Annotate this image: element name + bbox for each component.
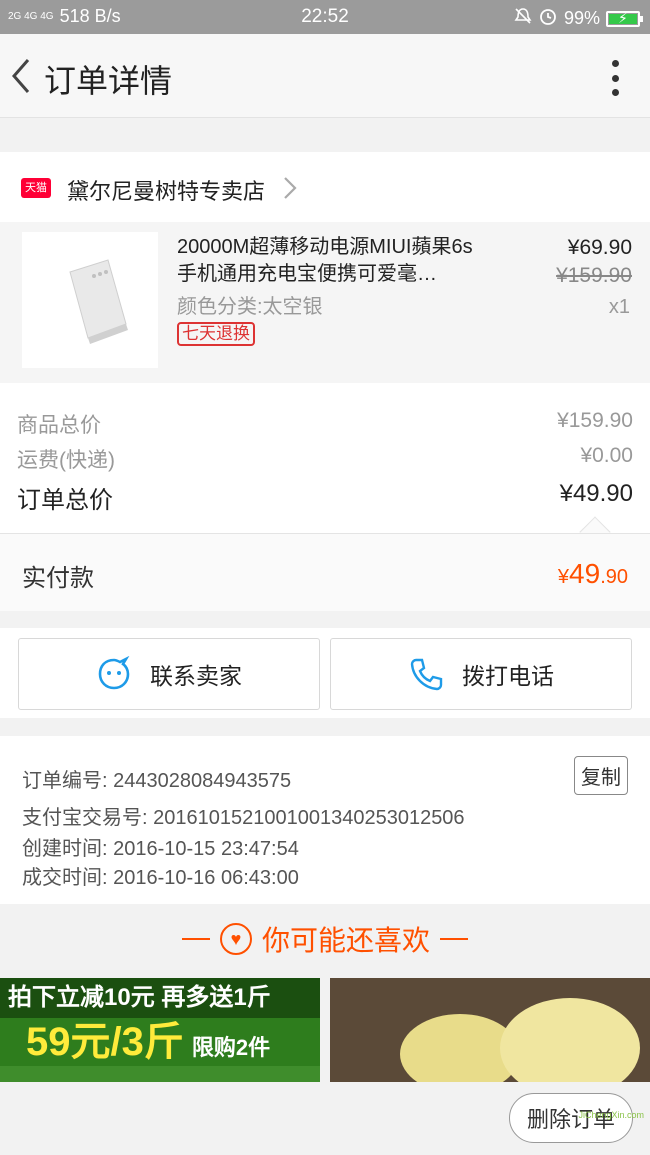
product-title: 20000M超薄移动电源MIUI蘋果6s手机通用充电宝便携可爱毫… (177, 236, 473, 285)
order-info: 订单编号: 2443028084943575 复制 支付宝交易号: 201610… (0, 736, 650, 904)
phone-icon (410, 658, 443, 691)
paid-decimal: .90 (600, 566, 628, 588)
chevron-right-icon (284, 177, 297, 199)
contact-seller-label: 联系卖家 (150, 663, 242, 689)
dot-icon (611, 89, 619, 96)
promo-line2: 59元/3斤 (26, 1020, 184, 1064)
chat-icon (98, 656, 130, 690)
created-time: 创建时间: 2016-10-15 23:47:54 (22, 838, 299, 860)
action-buttons: 联系卖家 拨打电话 (0, 628, 650, 718)
shop-name: 黛尔尼曼树特专卖店 (67, 179, 266, 204)
back-button[interactable] (8, 56, 36, 96)
paid-label: 实付款 (22, 565, 94, 592)
goods-total-row: 商品总价 ¥159.90 (17, 409, 633, 439)
paid-amount: ¥49.90 (558, 558, 628, 590)
heart-icon: ♥ (219, 923, 252, 955)
paid-integer: 49 (569, 558, 601, 589)
order-total-row: 订单总价 ¥49.90 (17, 480, 633, 515)
goods-total-value: ¥159.90 (557, 409, 633, 432)
dot-icon (611, 60, 619, 67)
divider-right (440, 938, 468, 940)
divider-left (181, 938, 210, 940)
back-arrow-icon (12, 59, 30, 93)
recommend-item-durian[interactable] (330, 978, 650, 1082)
battery-percent: 99% (563, 8, 600, 28)
title-bar: 订单详情 (0, 34, 650, 118)
price-summary: 商品总价 ¥159.90 运费(快递) ¥0.00 订单总价 ¥49.90 (0, 383, 650, 548)
call-label: 拨打电话 (462, 663, 554, 689)
shipping-row: 运费(快递) ¥0.00 (17, 444, 633, 474)
alarm-icon (538, 6, 558, 31)
paid-amount-row: 实付款 ¥49.90 (0, 533, 650, 611)
recommend-item-promo[interactable]: 拍下立减10元 再多送1斤 59元/3斤 限购2件 (0, 978, 320, 1082)
paid-currency: ¥ (557, 566, 570, 588)
more-menu-button[interactable] (610, 60, 620, 96)
call-button[interactable]: 拨打电话 (330, 638, 632, 710)
recommend-title: 你可能还喜欢 (261, 925, 430, 956)
product-quantity: x1 (608, 296, 630, 318)
promo-limit: 限购2件 (191, 1035, 271, 1060)
return-policy-badge: 七天退换 (177, 322, 255, 346)
product-price: ¥69.90 (567, 236, 632, 259)
alipay-trade-number: 支付宝交易号: 2016101521001001340253012506 (22, 807, 465, 829)
completed-time: 成交时间: 2016-10-16 06:43:00 (22, 867, 299, 889)
contact-seller-button[interactable]: 联系卖家 (18, 638, 320, 710)
order-number: 订单编号: 2443028084943575 (22, 770, 292, 792)
power-bank-icon (69, 259, 128, 344)
goods-total-label: 商品总价 (17, 414, 101, 437)
order-total-value: ¥49.90 (559, 480, 633, 507)
recommend-title-row: ♥ 你可能还喜欢 (0, 919, 650, 959)
copy-button[interactable]: 复制 (574, 756, 628, 795)
battery-icon: ⚡ (606, 9, 643, 27)
tmall-logo: 天猫 (21, 178, 51, 198)
watermark: JiChengXin.com (578, 1110, 644, 1120)
dot-icon (611, 74, 619, 82)
status-right: 99% ⚡ (514, 6, 643, 31)
promo-line1: 拍下立减10元 再多送1斤 (0, 978, 320, 1018)
product-original-price: ¥159.90 (556, 264, 632, 287)
charging-icon: ⚡ (618, 9, 628, 26)
shipping-label: 运费(快递) (17, 449, 115, 472)
promo-line2-row: 59元/3斤 限购2件 (0, 1018, 320, 1066)
shipping-value: ¥0.00 (580, 444, 633, 467)
shop-row[interactable]: 天猫 黛尔尼曼树特专卖店 (0, 152, 650, 222)
leaves-decoration (0, 1066, 320, 1082)
status-bar: 2G 4G 4G 518 B/s 22:52 99% ⚡ (0, 0, 650, 34)
durian-image (500, 998, 640, 1082)
product-image (22, 232, 158, 368)
recommend-header: ♥ 你可能还喜欢 (0, 905, 650, 975)
page-title: 订单详情 (44, 63, 173, 99)
mute-icon (514, 7, 532, 30)
product-item[interactable]: 20000M超薄移动电源MIUI蘋果6s手机通用充电宝便携可爱毫… 颜色分类:太… (0, 222, 650, 383)
product-attribute: 颜色分类:太空银 (177, 296, 323, 318)
order-total-label: 订单总价 (17, 487, 113, 514)
